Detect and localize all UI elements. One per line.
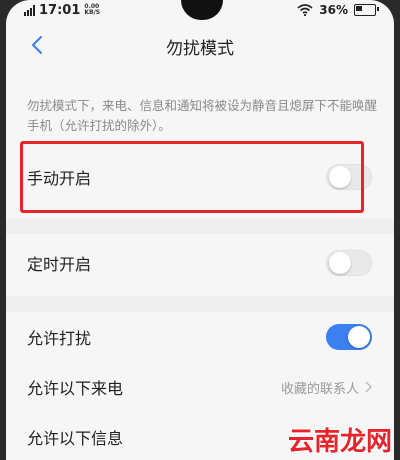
allow-disturb-label: 允许打扰: [27, 329, 92, 348]
battery-percent: 36%: [319, 3, 348, 17]
highlight-box: [20, 141, 364, 213]
description-text: 勿扰模式下，来电、信息和通知将被设为静音且熄屏下不能唤醒手机（允许打扰的除外）。: [27, 98, 378, 133]
watermark: 云南龙网: [287, 427, 392, 457]
allow-disturb-toggle[interactable]: [326, 324, 372, 350]
toggle-knob: [329, 252, 351, 274]
toggle-knob: [348, 326, 370, 348]
allow-calls-value: 收藏的联系人: [280, 381, 359, 397]
scheduled-on-row[interactable]: 定时开启: [6, 238, 394, 288]
network-speed-unit: KB/S: [84, 9, 101, 16]
status-left: 17:01 0.00 KB/S: [24, 2, 101, 18]
scheduled-on-label: 定时开启: [27, 255, 92, 274]
allow-disturb-row[interactable]: 允许打扰: [6, 312, 394, 362]
scheduled-on-toggle[interactable]: [326, 250, 372, 276]
signal-icon: [24, 4, 35, 16]
header: 勿扰模式: [6, 28, 394, 64]
section-gap: [6, 218, 394, 234]
section-gap: [6, 296, 394, 312]
network-speed: 0.00 KB/S: [84, 4, 101, 16]
allow-calls-label: 允许以下来电: [27, 379, 124, 398]
allow-calls-row[interactable]: 允许以下来电 收藏的联系人: [6, 362, 394, 412]
wifi-icon: [297, 4, 313, 16]
allow-calls-value-group: 收藏的联系人: [281, 378, 372, 397]
status-right: 36%: [297, 3, 379, 17]
status-time: 17:01: [39, 2, 81, 18]
chevron-right-icon: [365, 381, 372, 393]
page-title: 勿扰模式: [166, 39, 234, 59]
allow-messages-label: 允许以下信息: [27, 429, 124, 448]
battery-icon: [354, 4, 379, 16]
phone-screen: 17:01 0.00 KB/S 36% 勿扰模式 勿扰模式下，来电、信息和通知将…: [6, 0, 394, 460]
